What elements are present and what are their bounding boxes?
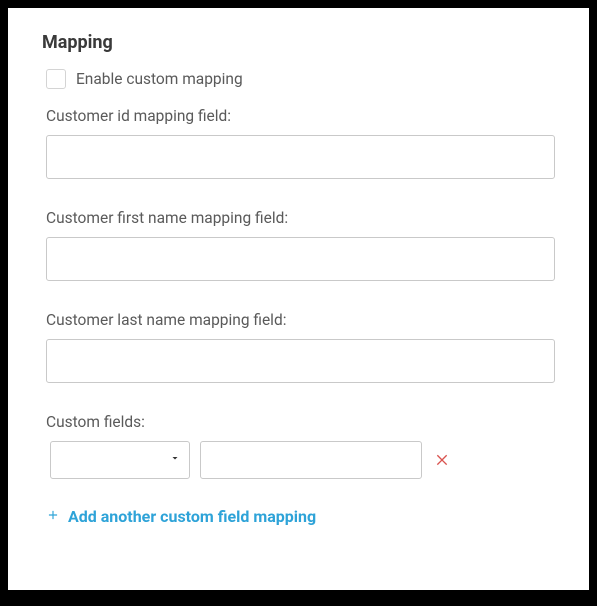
chevron-down-icon [169, 452, 181, 468]
enable-custom-mapping-label: Enable custom mapping [76, 70, 243, 88]
customer-first-name-input[interactable] [46, 237, 555, 281]
add-custom-field-button[interactable]: Add another custom field mapping [46, 507, 555, 526]
add-custom-field-label: Add another custom field mapping [68, 507, 316, 526]
customer-last-name-label: Customer last name mapping field: [46, 311, 555, 329]
section-title: Mapping [42, 32, 555, 53]
custom-field-row [50, 441, 555, 479]
custom-fields-label: Custom fields: [46, 413, 555, 431]
custom-field-select[interactable] [50, 441, 190, 479]
customer-id-input[interactable] [46, 135, 555, 179]
customer-last-name-input[interactable] [46, 339, 555, 383]
customer-id-field-group: Customer id mapping field: [46, 107, 555, 179]
enable-custom-mapping-row[interactable]: Enable custom mapping [46, 69, 555, 89]
customer-first-name-label: Customer first name mapping field: [46, 209, 555, 227]
customer-first-name-field-group: Customer first name mapping field: [46, 209, 555, 281]
custom-fields-group: Custom fields: [46, 413, 555, 479]
mapping-panel: Mapping Enable custom mapping Customer i… [8, 8, 589, 590]
plus-icon [46, 508, 60, 526]
remove-custom-field-icon[interactable] [432, 450, 452, 470]
customer-last-name-field-group: Customer last name mapping field: [46, 311, 555, 383]
custom-field-value-input[interactable] [200, 441, 422, 479]
enable-custom-mapping-checkbox[interactable] [46, 69, 66, 89]
customer-id-label: Customer id mapping field: [46, 107, 555, 125]
